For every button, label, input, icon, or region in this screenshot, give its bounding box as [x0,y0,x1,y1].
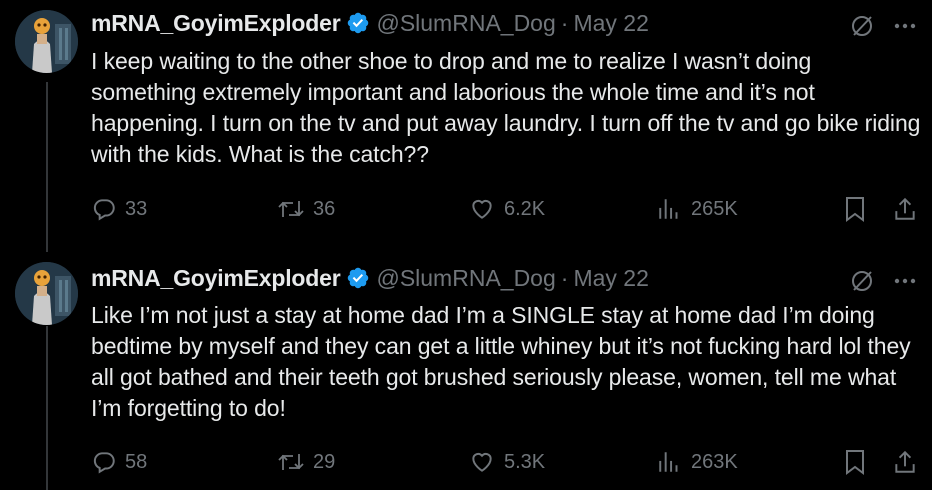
tweet[interactable]: mRNA_GoyimExploder @SlumRNA_Dog · May 22… [0,252,932,490]
retweet-icon [278,201,304,217]
reply-count: 58 [125,450,148,473]
verified-badge-icon [346,11,370,35]
retweet-button[interactable]: 29 [277,447,335,477]
avatar[interactable] [15,10,78,73]
share-icon[interactable] [892,449,918,475]
reply-icon [93,452,115,474]
like-icon [472,452,492,472]
tweet[interactable]: mRNA_GoyimExploder @SlumRNA_Dog · May 22… [0,0,932,252]
views-icon [659,199,678,219]
display-name[interactable]: mRNA_GoyimExploder [91,10,341,37]
tweet-text: I keep waiting to the other shoe to drop… [91,48,921,167]
reply-count: 33 [125,197,148,220]
avatar[interactable] [15,262,78,325]
thread-line [46,82,48,252]
view-count: 263K [691,450,738,473]
retweet-button[interactable]: 36 [277,194,335,224]
thread-line [46,326,48,490]
retweet-count: 36 [313,197,336,220]
grok-icon[interactable] [850,14,874,38]
bookmark-icon[interactable] [843,196,869,222]
retweet-icon [278,454,304,470]
action-bar: 58 29 5.3K 263K [91,447,922,477]
views-icon [659,452,678,472]
like-count: 6.2K [504,197,546,220]
views-button[interactable]: 263K [657,447,738,477]
tweet-header: mRNA_GoyimExploder @SlumRNA_Dog · May 22 [91,8,649,38]
separator: · [560,9,569,36]
display-name[interactable]: mRNA_GoyimExploder [91,265,341,292]
like-count: 5.3K [504,450,546,473]
grok-icon[interactable] [850,269,874,293]
reply-icon [93,199,115,221]
more-icon[interactable] [892,268,918,294]
like-button[interactable]: 6.2K [468,194,545,224]
tweet-text: Like I’m not just a stay at home dad I’m… [91,302,911,421]
action-bar: 33 36 6.2K 265K [91,194,922,224]
view-count: 265K [691,197,738,220]
handle[interactable]: @SlumRNA_Dog [376,10,555,37]
bookmark-icon[interactable] [843,449,869,475]
like-icon [472,199,492,219]
retweet-count: 29 [313,450,336,473]
tweet-header: mRNA_GoyimExploder @SlumRNA_Dog · May 22 [91,263,649,293]
handle[interactable]: @SlumRNA_Dog [376,265,555,292]
reply-button[interactable]: 33 [91,194,147,224]
more-icon[interactable] [892,13,918,39]
separator: · [560,264,569,291]
views-button[interactable]: 265K [657,194,738,224]
timestamp[interactable]: May 22 [573,10,648,37]
timestamp[interactable]: May 22 [573,265,648,292]
like-button[interactable]: 5.3K [468,447,545,477]
verified-badge-icon [346,266,370,290]
share-icon[interactable] [892,196,918,222]
reply-button[interactable]: 58 [91,447,147,477]
